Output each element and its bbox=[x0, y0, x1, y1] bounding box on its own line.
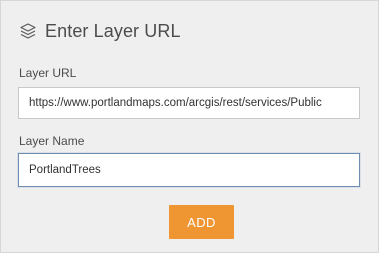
panel-title: Enter Layer URL bbox=[45, 20, 181, 41]
layer-url-input[interactable] bbox=[18, 87, 360, 119]
layer-name-label: Layer Name bbox=[19, 134, 85, 148]
panel-header: Enter Layer URL bbox=[19, 19, 181, 43]
layer-url-label: Layer URL bbox=[19, 66, 77, 80]
layers-icon bbox=[19, 22, 37, 40]
layer-name-input[interactable] bbox=[18, 153, 360, 187]
add-layer-panel: Enter Layer URL Layer URL Layer Name ADD bbox=[0, 0, 379, 253]
add-button[interactable]: ADD bbox=[169, 205, 234, 239]
